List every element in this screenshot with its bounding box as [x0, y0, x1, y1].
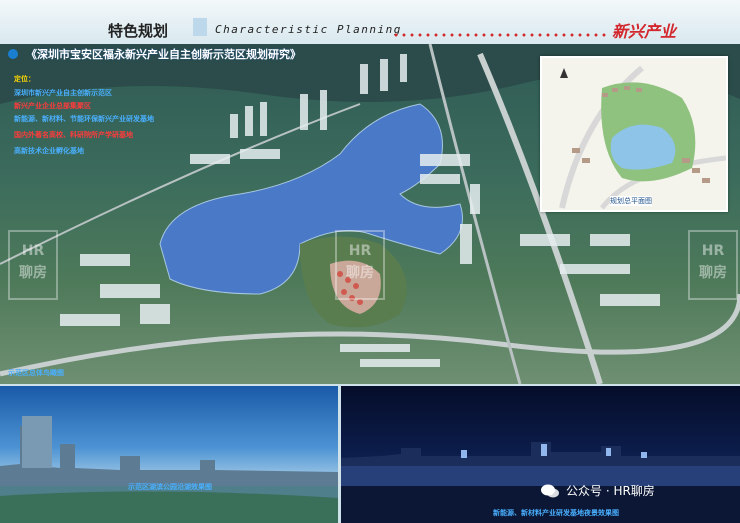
master-plan-inset	[540, 56, 728, 212]
watermark-left: HR 聊房	[8, 230, 58, 300]
master-plan-map	[542, 58, 726, 210]
aerial-caption: 示范区总体鸟瞰图	[8, 369, 64, 377]
title-decor-square	[193, 18, 207, 36]
wechat-account: 公众号 · HR聊房	[566, 484, 655, 498]
day-skyline	[0, 416, 338, 523]
watermark-right: HR 聊房	[688, 230, 738, 300]
day-photo-caption: 示范区湖滨公园沿湖效果图	[128, 483, 212, 491]
positioning-item: 深圳市新兴产业自主创新示范区	[14, 89, 112, 97]
watermark-center: HR 聊房	[335, 230, 385, 300]
night-photo-caption: 新能源、新材料产业研发基地夜景效果图	[493, 509, 619, 517]
dotted-divider	[392, 33, 607, 37]
positioning-item: 新兴产业企业总部集聚区	[14, 102, 91, 110]
page-title-english: Characteristic Planning	[215, 23, 402, 36]
lakeside-day-rendering	[0, 386, 338, 523]
wechat-icon	[541, 484, 559, 497]
positioning-item: 国内外著名高校、科研院所产学研基地	[14, 131, 133, 139]
positioning-heading: 定位：	[14, 75, 35, 83]
positioning-item: 高新技术企业孵化基地	[14, 147, 84, 155]
wechat-watermark: 公众号 · HR聊房	[540, 482, 655, 499]
night-skyline	[341, 442, 740, 523]
subtitle-row: 《深圳市宝安区福永新兴产业自主创新示范区规划研究》	[8, 46, 301, 62]
plan-caption: 规划总平面图	[610, 196, 652, 206]
brand-label: 新兴产业	[612, 22, 677, 41]
page-title: 特色规划	[108, 22, 169, 40]
positioning-item: 新能源、新材料、节能环保新兴产业研发基地	[14, 115, 154, 123]
header-bar: 特色规划 Characteristic Planning 新兴产业	[0, 0, 740, 44]
bullet-icon	[8, 49, 18, 59]
night-rendering	[341, 386, 740, 523]
project-subtitle: 《深圳市宝安区福永新兴产业自主创新示范区规划研究》	[26, 48, 301, 61]
